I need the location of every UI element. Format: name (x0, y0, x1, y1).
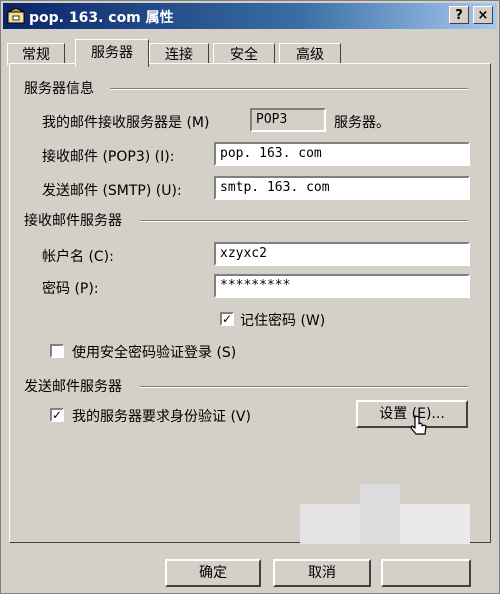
divider (110, 88, 468, 90)
cancel-button[interactable]: 取消 (273, 559, 371, 587)
incoming-server-input[interactable]: pop. 163. com (214, 142, 470, 166)
incoming-server-label: 接收邮件 (POP3) (I): (42, 149, 175, 165)
incoming-type-label: 我的邮件接收服务器是 (M) (42, 115, 210, 131)
tab-connection[interactable]: 连接 (149, 43, 209, 65)
outgoing-server-label: 发送邮件 (SMTP) (U): (42, 183, 182, 199)
spa-label: 使用安全密码验证登录 (S) (72, 345, 237, 361)
watermark-blur (360, 484, 400, 544)
apply-button[interactable] (381, 559, 471, 587)
password-label: 密码 (P): (42, 281, 99, 297)
watermark-blur (400, 504, 470, 544)
remember-password-checkbox[interactable]: ✓ (220, 312, 234, 326)
spa-checkbox[interactable] (50, 344, 64, 358)
server-info-heading: 服务器信息 (24, 81, 94, 97)
remember-password-label: 记住密码 (W) (240, 313, 326, 329)
mail-server-icon (7, 7, 25, 24)
divider (140, 220, 468, 222)
title-bar: pop. 163. com 属性 ? × (3, 3, 497, 29)
incoming-type-field: POP3 (250, 108, 326, 132)
auth-required-checkbox[interactable]: ✓ (50, 408, 64, 422)
servers-panel: 服务器信息 我的邮件接收服务器是 (M) POP3 服务器。 接收邮件 (POP… (9, 63, 491, 544)
divider (140, 386, 468, 388)
watermark-blur (300, 504, 360, 544)
mouse-cursor-icon (410, 415, 427, 435)
account-name-input[interactable]: xzyxc2 (214, 242, 470, 266)
tab-security[interactable]: 安全 (213, 43, 275, 65)
account-name-label: 帐户名 (C): (42, 249, 114, 265)
tab-bar: 常规 服务器 连接 安全 高级 (7, 39, 497, 67)
tab-general[interactable]: 常规 (7, 43, 65, 65)
incoming-server-heading: 接收邮件服务器 (24, 213, 122, 229)
help-button[interactable]: ? (449, 6, 469, 24)
password-input[interactable]: ********* (214, 274, 470, 298)
outgoing-server-heading: 发送邮件服务器 (24, 379, 122, 395)
incoming-type-suffix: 服务器。 (334, 115, 390, 131)
close-button[interactable]: × (473, 6, 493, 24)
tab-advanced[interactable]: 高级 (279, 43, 341, 65)
outgoing-server-input[interactable]: smtp. 163. com (214, 176, 470, 200)
properties-dialog: pop. 163. com 属性 ? × 常规 服务器 连接 安全 高级 服务器… (0, 0, 500, 594)
ok-button[interactable]: 确定 (165, 559, 261, 587)
window-title: pop. 163. com 属性 (29, 10, 174, 26)
auth-required-label: 我的服务器要求身份验证 (V) (72, 409, 251, 425)
tab-servers[interactable]: 服务器 (75, 39, 149, 67)
